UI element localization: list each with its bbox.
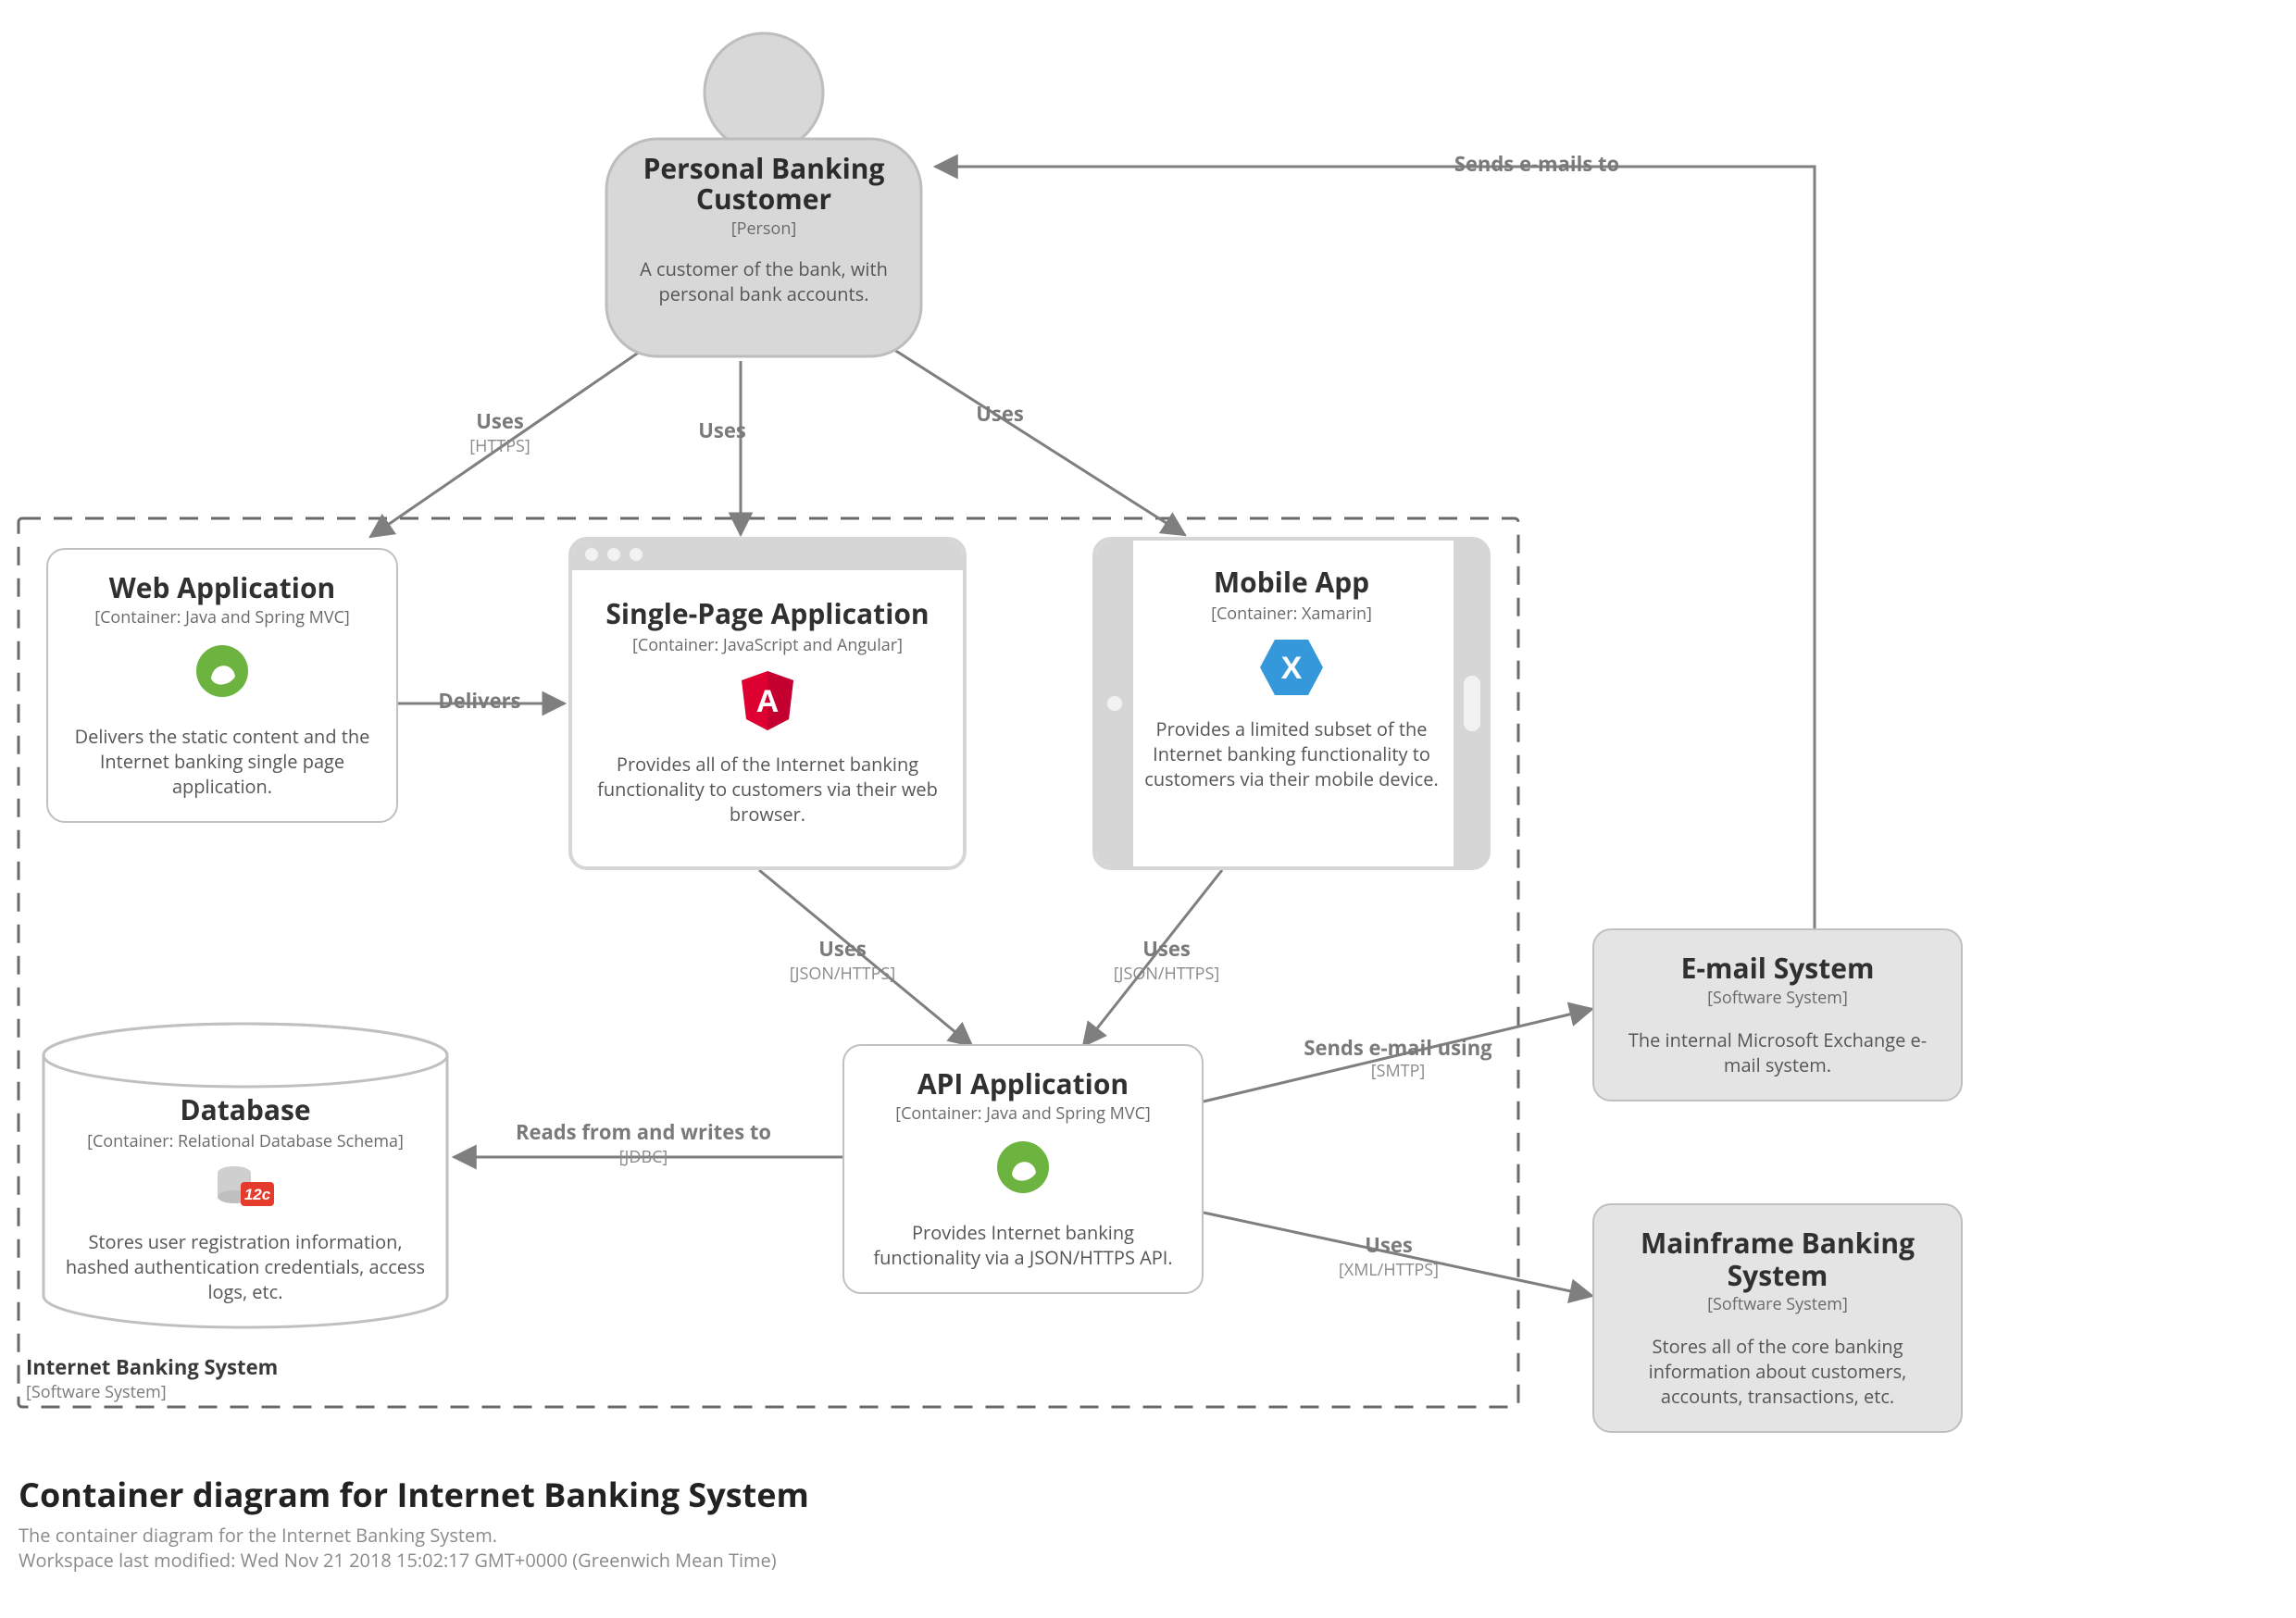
spa-title: Single-Page Application (594, 594, 941, 632)
spa-meta: [Container: JavaScript and Angular] (594, 634, 941, 656)
mobile-title: Mobile App (1144, 563, 1439, 601)
svg-text:X: X (1281, 651, 1303, 686)
edge-api-mainframe: Uses [XML/HTTPS] (1287, 1231, 1491, 1281)
edge-spa-api: Uses [JSON/HTTPS] (750, 935, 935, 985)
mobile-meta: [Container: Xamarin] (1144, 603, 1439, 625)
diagram-footer: Container diagram for Internet Banking S… (19, 1472, 809, 1573)
mobile-left-bezel-icon (1096, 541, 1133, 866)
email-title: E-mail System (1616, 952, 1939, 985)
diagram-title: Container diagram for Internet Banking S… (19, 1472, 809, 1517)
db-title: Database (65, 1090, 426, 1128)
edge-email-person: Sends e-mails to (1416, 150, 1657, 178)
container-spa-frame: Single-Page Application [Container: Java… (568, 537, 967, 870)
spa-desc: Provides all of the Internet banking fun… (594, 752, 941, 827)
mobile-right-bezel-icon (1454, 541, 1491, 866)
spring-icon (70, 641, 374, 705)
container-web-application: Web Application [Container: Java and Spr… (46, 548, 398, 823)
oracle-icon: 12c (65, 1162, 426, 1216)
edge-person-mobile: Uses (944, 400, 1055, 428)
edge-mobile-api: Uses [JSON/HTTPS] (1074, 935, 1259, 985)
person-title: Personal Banking Customer (618, 153, 909, 214)
web-meta: [Container: Java and Spring MVC] (70, 606, 374, 629)
web-desc: Delivers the static content and the Inte… (70, 724, 374, 799)
mainframe-meta: [Software System] (1616, 1293, 1939, 1315)
db-desc: Stores user registration information, ha… (65, 1229, 426, 1304)
xamarin-icon: X (1144, 638, 1439, 702)
person-meta: [Person] (618, 218, 909, 240)
container-mobile-frame: Mobile App [Container: Xamarin] X Provid… (1092, 537, 1491, 870)
container-database: Database [Container: Relational Database… (37, 1018, 454, 1333)
system-boundary-label: Internet Banking System [Software System… (26, 1353, 278, 1403)
mobile-desc: Provides a limited subset of the Interne… (1144, 716, 1439, 791)
api-desc: Provides Internet banking functionality … (867, 1220, 1179, 1270)
email-meta: [Software System] (1616, 987, 1939, 1009)
svg-text:12c: 12c (244, 1186, 271, 1203)
edge-api-db: Reads from and writes to [JDBC] (514, 1118, 773, 1168)
svg-text:A: A (756, 684, 780, 719)
edge-api-email: Sends e-mail using [SMTP] (1287, 1037, 1509, 1082)
container-api-application: API Application [Container: Java and Spr… (842, 1044, 1204, 1294)
browser-titlebar-icon (572, 541, 963, 570)
diagram-description: The container diagram for the Internet B… (19, 1523, 809, 1548)
api-title: API Application (867, 1068, 1179, 1101)
api-meta: [Container: Java and Spring MVC] (867, 1102, 1179, 1125)
spring-icon (867, 1138, 1179, 1201)
edge-web-spa: Delivers (415, 687, 544, 715)
diagram-modified: Workspace last modified: Wed Nov 21 2018… (19, 1548, 809, 1573)
edge-person-spa: Uses (667, 417, 778, 444)
mainframe-title: Mainframe Banking System (1616, 1227, 1939, 1291)
web-title: Web Application (70, 572, 374, 604)
edge-person-web: Uses [HTTPS] (435, 407, 565, 457)
db-meta: [Container: Relational Database Schema] (65, 1130, 426, 1152)
mainframe-desc: Stores all of the core banking informati… (1616, 1334, 1939, 1409)
angular-icon: A (594, 669, 941, 737)
person-personal-banking-customer: Personal Banking Customer [Person] A cus… (593, 28, 935, 366)
person-desc: A customer of the bank, with personal ba… (618, 256, 909, 306)
external-email-system: E-mail System [Software System] The inte… (1592, 928, 1963, 1101)
external-mainframe-system: Mainframe Banking System [Software Syste… (1592, 1203, 1963, 1433)
email-desc: The internal Microsoft Exchange e-mail s… (1616, 1027, 1939, 1077)
